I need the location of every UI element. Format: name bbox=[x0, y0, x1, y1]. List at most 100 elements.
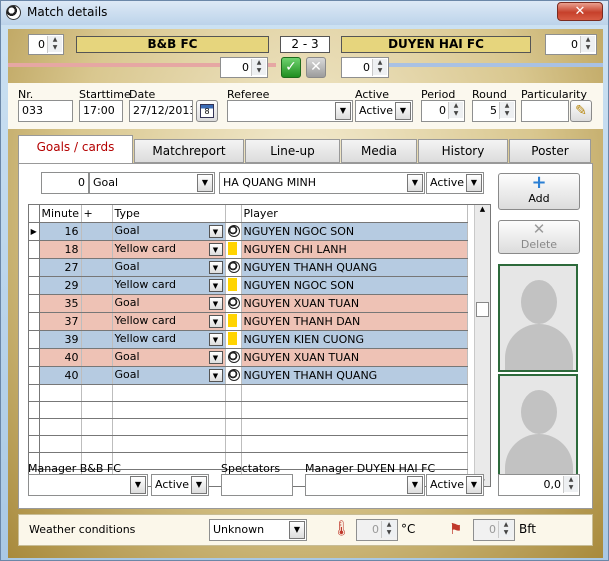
player-cell[interactable]: NGUYEN XUAN TUAN bbox=[241, 294, 468, 313]
table-row[interactable]: 40 Goal ▼ NGUYEN XUAN TUAN bbox=[29, 348, 468, 367]
grid-scrollbar[interactable]: ▲ ▼ bbox=[474, 205, 490, 486]
minute-cell[interactable]: 27 bbox=[39, 258, 82, 277]
minute-input[interactable]: 0 bbox=[41, 172, 89, 194]
minute-cell[interactable]: 40 bbox=[39, 348, 82, 367]
empty-cell[interactable] bbox=[39, 435, 82, 453]
minute-cell[interactable]: 29 bbox=[39, 276, 82, 295]
col-player[interactable]: Player bbox=[241, 205, 468, 223]
table-row[interactable]: 35 Goal ▼ NGUYEN XUAN TUAN bbox=[29, 294, 468, 313]
table-row[interactable]: 40 Goal ▼ NGUYEN THANH QUANG bbox=[29, 366, 468, 385]
type-cell[interactable]: Yellow card ▼ bbox=[112, 330, 226, 349]
tab-line-up[interactable]: Line-up bbox=[245, 139, 340, 163]
empty-row[interactable] bbox=[29, 435, 468, 453]
row-selector[interactable] bbox=[29, 240, 40, 259]
scroll-thumb[interactable] bbox=[476, 302, 489, 317]
away-id-spinner[interactable]: 0 ▲ ▼ bbox=[545, 34, 597, 55]
plus-cell[interactable] bbox=[81, 276, 113, 295]
chevron-down-icon[interactable]: ▼ bbox=[208, 261, 223, 274]
type-cell[interactable]: Goal ▼ bbox=[112, 366, 226, 385]
minute-cell[interactable]: 37 bbox=[39, 312, 82, 331]
type-cell[interactable]: Goal ▼ bbox=[112, 258, 226, 277]
temperature-spinner[interactable]: 0 ▲ ▼ bbox=[356, 519, 398, 541]
events-grid[interactable]: Minute + Type Player ▶ 16 Goal ▼ NGUYEN NGOC… bbox=[28, 204, 491, 487]
empty-cell[interactable] bbox=[241, 435, 468, 453]
minute-cell[interactable]: 18 bbox=[39, 240, 82, 259]
empty-cell[interactable] bbox=[81, 418, 113, 436]
table-row[interactable]: ▶ 16 Goal ▼ NGUYEN NGOC SON bbox=[29, 222, 468, 241]
tab-goals-cards[interactable]: Goals / cards bbox=[18, 135, 133, 163]
plus-cell[interactable] bbox=[81, 222, 113, 241]
player-cell[interactable]: NGUYEN THANH QUANG bbox=[241, 258, 468, 277]
chevron-down-icon[interactable]: ▼ bbox=[130, 476, 146, 494]
empty-cell[interactable] bbox=[81, 435, 113, 453]
row-selector[interactable] bbox=[29, 366, 40, 385]
weather-select[interactable]: Unknown ▼ bbox=[209, 519, 307, 541]
player-cell[interactable]: NGUYEN THANH DAN bbox=[241, 312, 468, 331]
chevron-down-icon[interactable]: ▼ bbox=[335, 102, 351, 120]
empty-cell[interactable] bbox=[241, 384, 468, 402]
date-field[interactable]: 27/12/2013 bbox=[129, 100, 193, 122]
empty-cell[interactable] bbox=[112, 418, 226, 436]
chevron-down-icon[interactable]: ▼ bbox=[208, 225, 223, 238]
chevron-down-icon[interactable]: ▼ bbox=[208, 243, 223, 256]
manager-home-status-select[interactable]: Active ▼ bbox=[151, 474, 209, 496]
row-selector[interactable] bbox=[29, 348, 40, 367]
row-selector[interactable] bbox=[29, 384, 40, 402]
table-row[interactable]: 29 Yellow card ▼ NGUYEN NGOC SON bbox=[29, 276, 468, 295]
plus-cell[interactable] bbox=[81, 366, 113, 385]
chevron-down-icon[interactable]: ▼ bbox=[208, 315, 223, 328]
empty-cell[interactable] bbox=[39, 418, 82, 436]
chevron-down-icon[interactable]: ▼ bbox=[197, 174, 213, 192]
tab-history[interactable]: History bbox=[418, 139, 508, 163]
table-row[interactable]: 37 Yellow card ▼ NGUYEN THANH DAN bbox=[29, 312, 468, 331]
player-select[interactable]: HA QUANG MINH ▼ bbox=[219, 172, 425, 194]
chevron-down-icon[interactable]: ▼ bbox=[466, 174, 482, 192]
empty-cell[interactable] bbox=[112, 401, 226, 419]
add-button[interactable]: + Add bbox=[498, 173, 580, 210]
row-selector[interactable] bbox=[29, 401, 40, 419]
table-row[interactable]: 27 Goal ▼ NGUYEN THANH QUANG bbox=[29, 258, 468, 277]
empty-cell[interactable] bbox=[39, 401, 82, 419]
col-icon[interactable] bbox=[225, 205, 242, 223]
chevron-down-icon[interactable]: ▼ bbox=[208, 279, 223, 292]
col-plus[interactable]: + bbox=[81, 205, 113, 223]
plus-cell[interactable] bbox=[81, 330, 113, 349]
empty-cell[interactable] bbox=[39, 384, 82, 402]
wind-spinner[interactable]: 0 ▲ ▼ bbox=[473, 519, 515, 541]
col-type[interactable]: Type bbox=[112, 205, 226, 223]
title-bar[interactable]: Match details ✕ bbox=[1, 1, 608, 25]
player-cell[interactable]: NGUYEN NGOC SON bbox=[241, 222, 468, 241]
row-selector[interactable] bbox=[29, 418, 40, 436]
minute-cell[interactable]: 16 bbox=[39, 222, 82, 241]
empty-cell[interactable] bbox=[112, 384, 226, 402]
player-cell[interactable]: NGUYEN NGOC SON bbox=[241, 276, 468, 295]
chevron-down-icon[interactable]: ▼ bbox=[208, 351, 223, 364]
manager-away-status-select[interactable]: Active ▼ bbox=[426, 474, 484, 496]
empty-cell[interactable] bbox=[81, 401, 113, 419]
referee-select[interactable]: ▼ bbox=[227, 100, 353, 122]
empty-cell[interactable] bbox=[81, 384, 113, 402]
col-minute[interactable]: Minute bbox=[39, 205, 82, 223]
plus-cell[interactable] bbox=[81, 258, 113, 277]
nr-field[interactable]: 033 bbox=[18, 100, 73, 122]
empty-cell[interactable] bbox=[241, 418, 468, 436]
empty-cell[interactable] bbox=[241, 401, 468, 419]
particularity-field[interactable] bbox=[521, 100, 569, 122]
empty-row[interactable] bbox=[29, 401, 468, 419]
chevron-down-icon[interactable]: ▼ bbox=[289, 521, 305, 539]
spinner-arrows[interactable]: ▲ ▼ bbox=[498, 521, 513, 538]
scroll-up-icon[interactable]: ▲ bbox=[475, 205, 490, 213]
close-button[interactable]: ✕ bbox=[557, 2, 603, 21]
row-selector[interactable] bbox=[29, 435, 40, 453]
away-sub-spinner[interactable]: 0 ▲ ▼ bbox=[341, 57, 389, 78]
type-cell[interactable]: Goal ▼ bbox=[112, 222, 226, 241]
chevron-down-icon[interactable]: ▼ bbox=[407, 476, 423, 494]
chevron-down-icon[interactable]: ▼ bbox=[466, 476, 482, 494]
rating-spinner[interactable]: 0,0 ▲ ▼ bbox=[498, 474, 580, 496]
row-selector[interactable] bbox=[29, 312, 40, 331]
spinner-arrows[interactable]: ▲ ▼ bbox=[381, 521, 396, 538]
spinner-arrows[interactable]: ▲ ▼ bbox=[499, 102, 514, 119]
type-cell[interactable]: Yellow card ▼ bbox=[112, 276, 226, 295]
row-selector[interactable]: ▶ bbox=[29, 222, 40, 241]
manager-home-select[interactable]: ▼ bbox=[28, 474, 148, 496]
